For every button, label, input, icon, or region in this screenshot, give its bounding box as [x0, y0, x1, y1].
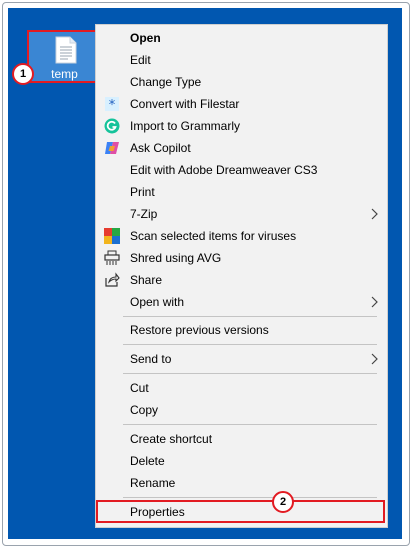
menu-item-import-grammarly[interactable]: Import to Grammarly [96, 115, 387, 137]
menu-item-label: Import to Grammarly [130, 119, 241, 133]
menu-item-open-with[interactable]: Open with [96, 291, 387, 313]
file-name-label: temp [51, 67, 78, 81]
svg-text:*: * [109, 98, 116, 111]
share-icon [104, 272, 120, 288]
menu-separator [123, 424, 377, 425]
filestar-icon: * [104, 96, 120, 112]
menu-separator [123, 344, 377, 345]
menu-item-edit[interactable]: Edit [96, 49, 387, 71]
desktop-file-temp[interactable]: temp [27, 30, 102, 83]
menu-item-print[interactable]: Print [96, 181, 387, 203]
menu-separator [123, 373, 377, 374]
menu-item-label: Copy [130, 403, 159, 417]
menu-item-label: Restore previous versions [130, 323, 269, 337]
shredder-icon [104, 250, 120, 266]
chevron-right-icon [371, 296, 378, 308]
menu-item-label: Shred using AVG [130, 251, 222, 265]
step-badge-1: 1 [12, 63, 34, 85]
copilot-icon [104, 140, 120, 156]
chevron-right-icon [371, 353, 378, 365]
menu-item-cut[interactable]: Cut [96, 377, 387, 399]
menu-item-label: Scan selected items for viruses [130, 229, 297, 243]
menu-item-label: Send to [130, 352, 172, 366]
menu-item-shred-avg[interactable]: Shred using AVG [96, 247, 387, 269]
menu-item-label: Change Type [130, 75, 202, 89]
menu-item-rename[interactable]: Rename [96, 472, 387, 494]
menu-item-label: Edit [130, 53, 151, 67]
menu-item-convert-filestar[interactable]: * Convert with Filestar [96, 93, 387, 115]
properties-highlight-box [96, 500, 385, 523]
menu-separator [123, 316, 377, 317]
text-document-icon [55, 36, 77, 64]
menu-item-label: Cut [130, 381, 149, 395]
step-badge-2: 2 [272, 491, 294, 513]
menu-item-restore-versions[interactable]: Restore previous versions [96, 319, 387, 341]
menu-item-7zip[interactable]: 7-Zip [96, 203, 387, 225]
menu-item-label: Create shortcut [130, 432, 213, 446]
menu-item-ask-copilot[interactable]: Ask Copilot [96, 137, 387, 159]
grammarly-icon [104, 118, 120, 134]
menu-item-label: Edit with Adobe Dreamweaver CS3 [130, 163, 318, 177]
menu-item-label: 7-Zip [130, 207, 158, 221]
menu-item-change-type[interactable]: Change Type [96, 71, 387, 93]
menu-item-scan-viruses[interactable]: Scan selected items for viruses [96, 225, 387, 247]
menu-item-delete[interactable]: Delete [96, 450, 387, 472]
menu-item-label: Rename [130, 476, 176, 490]
context-menu: Open Edit Change Type * Convert with Fil… [95, 24, 388, 528]
menu-item-label: Print [130, 185, 155, 199]
menu-item-label: Open with [130, 295, 185, 309]
menu-item-label: Ask Copilot [130, 141, 191, 155]
menu-item-create-shortcut[interactable]: Create shortcut [96, 428, 387, 450]
chevron-right-icon [371, 208, 378, 220]
menu-item-copy[interactable]: Copy [96, 399, 387, 421]
menu-item-label: Delete [130, 454, 165, 468]
menu-item-open[interactable]: Open [96, 27, 387, 49]
menu-item-label: Convert with Filestar [130, 97, 240, 111]
avg-icon [104, 228, 120, 244]
menu-item-edit-dreamweaver[interactable]: Edit with Adobe Dreamweaver CS3 [96, 159, 387, 181]
menu-item-label: Share [130, 273, 163, 287]
menu-item-label: Open [130, 31, 161, 45]
menu-separator [123, 497, 377, 498]
menu-item-send-to[interactable]: Send to [96, 348, 387, 370]
menu-item-share[interactable]: Share [96, 269, 387, 291]
